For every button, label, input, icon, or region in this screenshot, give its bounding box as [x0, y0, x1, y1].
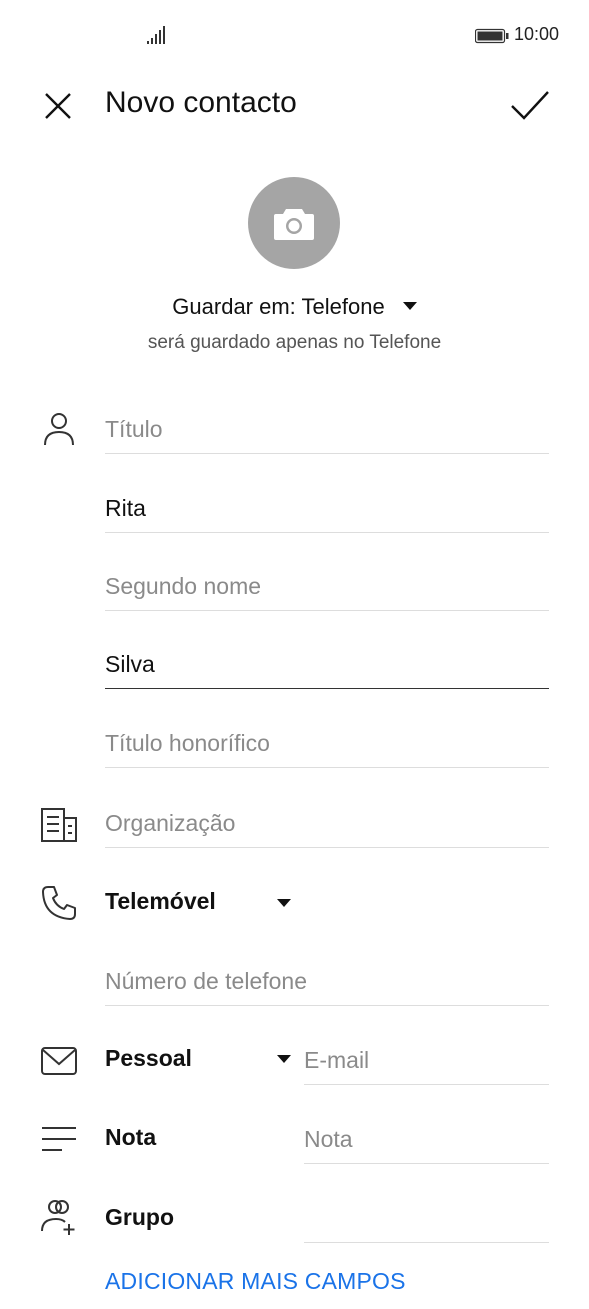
note-label: Nota [105, 1124, 157, 1150]
group-field[interactable] [304, 1193, 549, 1243]
phone-number-field[interactable]: Número de telefone [105, 956, 549, 1006]
group-selector[interactable]: Grupo [105, 1204, 174, 1231]
caret-down-icon[interactable] [277, 899, 291, 907]
phone-icon [42, 886, 76, 920]
save-location-selector[interactable]: Guardar em: Telefone [0, 294, 589, 320]
save-location-label: Guardar em: Telefone [172, 294, 385, 319]
new-contact-screen: 10:00 Novo contacto Guardar em: Telefone… [0, 0, 589, 1309]
honorific-field[interactable]: Título honorífico [105, 718, 549, 768]
title-field[interactable]: Título [105, 404, 549, 454]
note-field[interactable]: Nota [304, 1114, 549, 1164]
person-icon [44, 413, 74, 446]
caret-down-icon [402, 302, 417, 310]
status-time: 10:00 [514, 24, 560, 44]
add-photo-button[interactable] [248, 177, 340, 269]
last-name-field[interactable]: Silva [105, 639, 549, 689]
email-type-selector[interactable]: Pessoal [105, 1045, 192, 1072]
group-icon [41, 1200, 75, 1235]
caret-down-icon[interactable] [277, 1055, 291, 1063]
phone-type-selector[interactable]: Telemóvel [105, 888, 216, 915]
signal-icon [147, 26, 165, 44]
organization-field[interactable]: Organização [105, 798, 549, 848]
battery-icon [475, 28, 509, 44]
first-name-field[interactable]: Rita [105, 483, 549, 533]
close-icon[interactable] [40, 88, 76, 124]
page-title: Novo contacto [105, 86, 297, 119]
check-icon[interactable] [508, 86, 552, 126]
email-icon [41, 1047, 77, 1075]
note-icon [42, 1127, 76, 1151]
add-more-fields-button[interactable]: ADICIONAR MAIS CAMPOS [105, 1268, 406, 1295]
organization-icon [41, 808, 77, 842]
save-location-subtitle: será guardado apenas no Telefone [147, 332, 442, 353]
middle-name-field[interactable]: Segundo nome [105, 561, 549, 611]
email-field[interactable]: E-mail [304, 1035, 549, 1085]
camera-icon [274, 209, 314, 240]
